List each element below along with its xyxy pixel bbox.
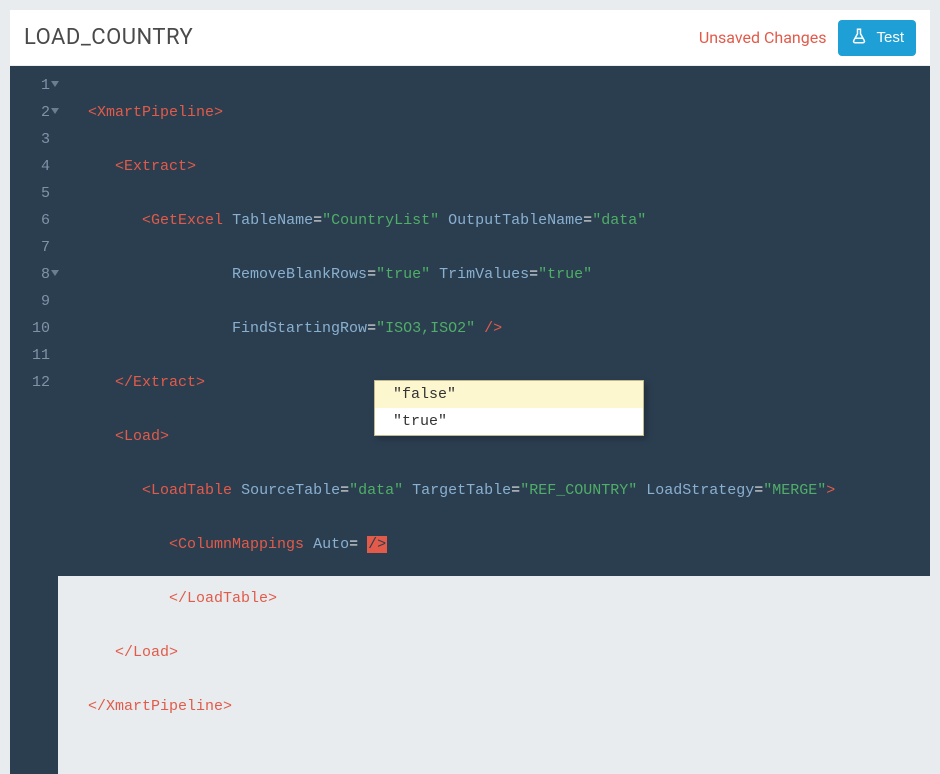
flask-icon <box>850 27 868 49</box>
code-editor[interactable]: 1 2 3 4 5 6 7 8 9 10 11 12 <XmartPipelin… <box>10 66 930 576</box>
cursor-selection: /> <box>367 536 387 553</box>
line-number: 12 <box>16 369 50 396</box>
fold-icon[interactable] <box>51 108 59 114</box>
line-number: 6 <box>16 207 50 234</box>
fold-icon[interactable] <box>51 81 59 87</box>
test-button[interactable]: Test <box>838 20 916 56</box>
autocomplete-option[interactable]: "true" <box>375 408 643 435</box>
line-number: 8 <box>16 261 50 288</box>
line-number: 10 <box>16 315 50 342</box>
line-number: 5 <box>16 180 50 207</box>
test-button-label: Test <box>876 29 904 46</box>
line-number: 9 <box>16 288 50 315</box>
line-number: 2 <box>16 99 50 126</box>
line-number: 1 <box>16 72 50 99</box>
editor-header: LOAD_COUNTRY Unsaved Changes Test <box>10 10 930 66</box>
page-title: LOAD_COUNTRY <box>24 25 193 50</box>
line-number: 7 <box>16 234 50 261</box>
unsaved-changes-label: Unsaved Changes <box>699 28 827 47</box>
header-actions: Unsaved Changes Test <box>699 20 916 56</box>
autocomplete-popup: "false" "true" <box>374 380 644 436</box>
fold-icon[interactable] <box>51 270 59 276</box>
line-number: 3 <box>16 126 50 153</box>
line-number: 4 <box>16 153 50 180</box>
line-number: 11 <box>16 342 50 369</box>
autocomplete-option[interactable]: "false" <box>375 381 643 408</box>
line-number-gutter: 1 2 3 4 5 6 7 8 9 10 11 12 <box>10 66 58 774</box>
